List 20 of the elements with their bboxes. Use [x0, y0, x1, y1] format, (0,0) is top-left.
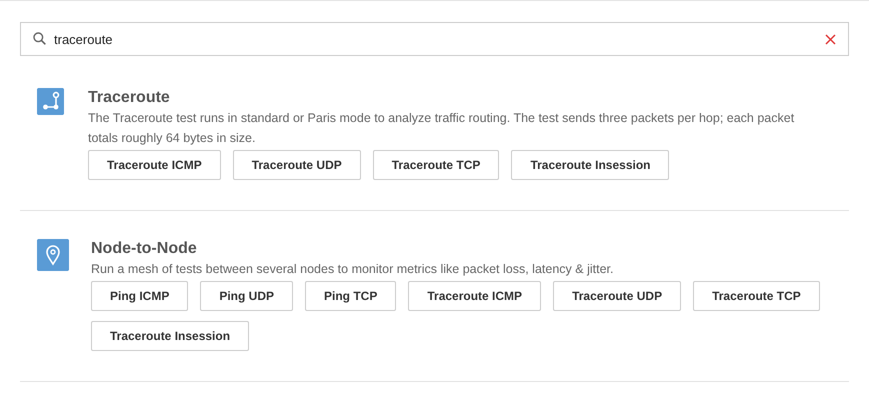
test-button[interactable]: Ping ICMP — [91, 281, 188, 311]
test-button[interactable]: Traceroute UDP — [232, 150, 361, 180]
search-icon — [33, 32, 46, 45]
location-pin-icon — [37, 239, 69, 271]
section-title: Node-to-Node — [91, 239, 198, 259]
test-button[interactable]: Traceroute TCP — [372, 150, 500, 180]
test-button[interactable]: Traceroute Insession — [511, 150, 670, 180]
test-button[interactable]: Traceroute UDP — [553, 281, 682, 311]
test-button[interactable]: Ping UDP — [200, 281, 294, 311]
test-button[interactable]: Ping TCP — [305, 281, 396, 311]
close-icon[interactable] — [825, 34, 836, 45]
section-description: The Traceroute test runs in standard or Paris mode to analyze traffic routing. The test sends three packets per hop; each packet totals roughly 64 bytes in size. — [88, 110, 796, 147]
test-button[interactable]: Traceroute TCP — [693, 281, 820, 311]
test-button[interactable]: Traceroute ICMP — [408, 281, 542, 311]
section-description: Run a mesh of tests between several nodes to monitor metrics like packet loss, latency & jitter. — [91, 261, 614, 278]
route-icon — [37, 88, 64, 115]
test-button[interactable]: Traceroute Insession — [91, 321, 250, 351]
section-title: Traceroute — [88, 88, 171, 108]
search-field[interactable]: traceroute — [20, 22, 849, 56]
test-button[interactable]: Traceroute ICMP — [88, 150, 221, 180]
